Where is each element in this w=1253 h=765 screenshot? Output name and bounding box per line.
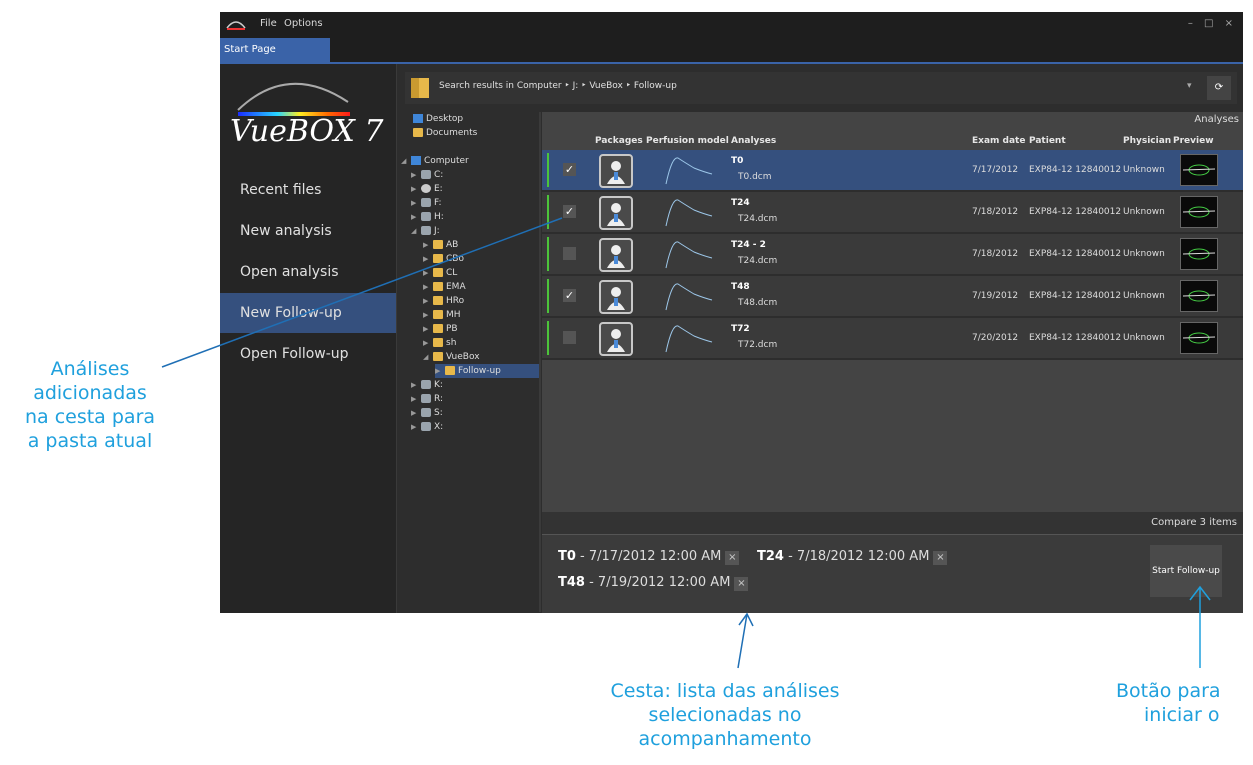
annotation-line-bottom — [737, 613, 748, 669]
annotation-start-button: Botão para iniciar o — [1116, 680, 1221, 726]
annotation-basket: Cesta: lista das análises selecionadas no… — [610, 680, 840, 750]
annotation-line-left — [161, 217, 563, 368]
annotation-basket-add: Análises adicionadas na cesta para a pasta … — [24, 358, 156, 452]
annotation-arrows — [161, 217, 1211, 669]
